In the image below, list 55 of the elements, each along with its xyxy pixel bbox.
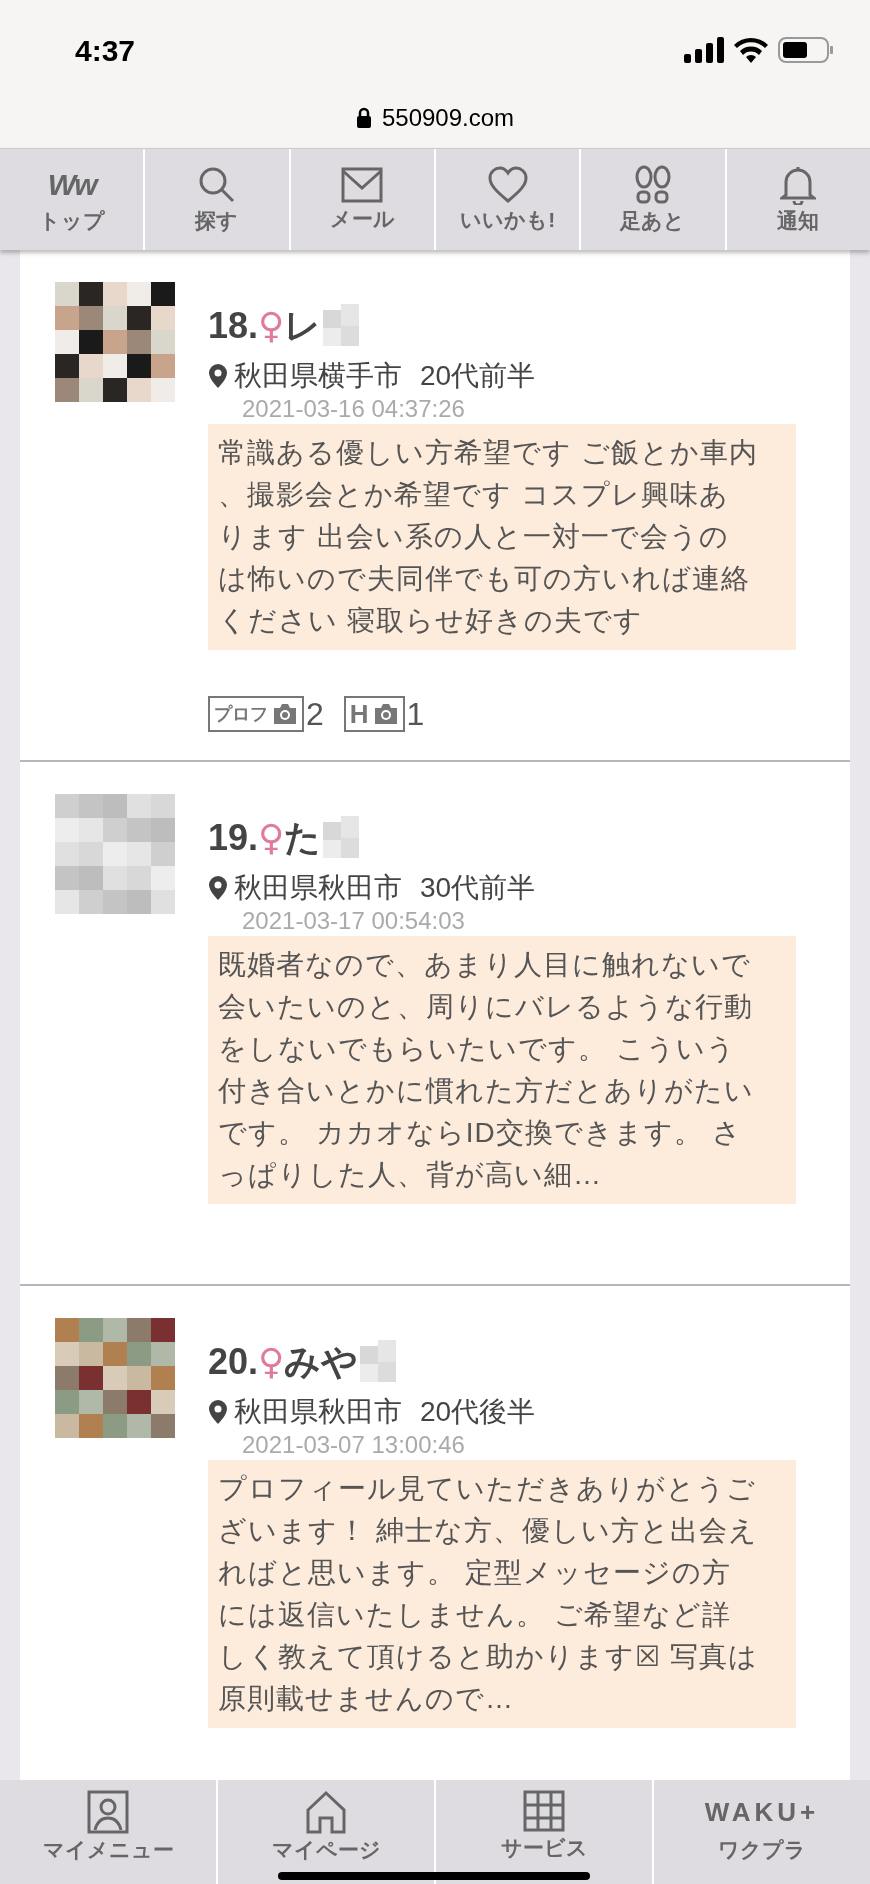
age-text: 30代前半	[420, 874, 536, 902]
lock-icon	[355, 107, 372, 129]
profile-name: みや	[284, 1344, 359, 1380]
signal-icon	[684, 37, 724, 63]
wifi-icon	[734, 37, 768, 63]
photo-count: 2	[306, 698, 324, 730]
post-date: 2021-03-16 04:37:26	[242, 394, 466, 424]
female-symbol: ♀	[258, 308, 285, 344]
location-pin-icon	[208, 1399, 228, 1425]
profile-name: た	[284, 820, 322, 856]
envelope-icon	[341, 166, 384, 203]
grid-icon	[523, 1790, 565, 1832]
location-text: 秋田県秋田市	[234, 1398, 402, 1426]
nav-tab[interactable]: いいかも!	[436, 149, 580, 250]
nav-tab[interactable]: Ww トップ	[0, 149, 144, 250]
profile-name: レ	[284, 308, 322, 344]
bottom-nav-item[interactable]: WAKU+ ワクプラ	[654, 1780, 870, 1884]
photo-badge: H	[343, 696, 405, 732]
nav-tab[interactable]: 足あと	[581, 149, 725, 250]
profile-message: 既婚者なので、あまり人目に触れないで会いたいのと、周りにバレるような行動をしないでもらいたいです。 こういう付き合いとかに慣れた方だとありがたいです。 カカオならID交換できます。 さっぱりした人、背が高い細…	[208, 936, 796, 1204]
bottom-nav-item[interactable]: マイメニュー	[0, 1780, 216, 1884]
home-icon	[304, 1790, 348, 1834]
female-symbol: ♀	[258, 820, 285, 856]
location-text: 秋田県秋田市	[234, 874, 402, 902]
status-time: 4:37	[75, 32, 136, 69]
nav-tab[interactable]: 通知	[726, 149, 870, 250]
url-text[interactable]: 550909.com	[381, 100, 515, 136]
profile-message: 常識ある優しい方希望です ご飯とか車内、撮影会とか希望です コスプレ興味あります 出会い系の人と一対一で会うのは怖いので夫同伴でも可の方いれば連絡ください 寝取らせ好きの夫です	[208, 424, 796, 650]
post-date: 2021-03-07 13:00:46	[242, 1430, 466, 1460]
footprints-icon	[634, 164, 672, 205]
profile-number: 18.	[208, 308, 259, 344]
profile-number: 19.	[208, 820, 259, 856]
battery-icon	[778, 37, 834, 63]
post-date: 2021-03-17 00:54:03	[242, 906, 466, 936]
location-pin-icon	[208, 875, 228, 901]
location-text: 秋田県横手市	[234, 362, 402, 390]
person-icon	[87, 1790, 129, 1834]
bell-icon	[780, 164, 817, 205]
profile-number: 20.	[208, 1344, 259, 1380]
bottom-nav-item[interactable]: サービス	[436, 1780, 652, 1884]
nav-tab[interactable]: メール	[290, 149, 434, 250]
age-text: 20代前半	[420, 362, 536, 390]
profile-message: プロフィール見ていただきありがとうございます！ 紳士な方、優しい方と出会えればと思います。 定型メッセージの方には返信いたしません。 ご希望など詳しく教えて頂けると助かります☒ 写真は原則載せませんので…	[208, 1460, 796, 1728]
camera-icon	[372, 703, 399, 725]
age-text: 20代後半	[420, 1398, 536, 1426]
photo-badge: プロフ	[208, 696, 304, 732]
camera-icon	[272, 703, 298, 725]
bottom-nav-item[interactable]: マイページ	[218, 1780, 434, 1884]
nav-tab[interactable]: 探す	[145, 149, 289, 250]
logo-text: WAKU+	[704, 1796, 820, 1829]
logo-text: Ww	[47, 166, 96, 203]
location-pin-icon	[208, 363, 228, 389]
photo-count: 1	[406, 698, 425, 730]
female-symbol: ♀	[258, 1344, 285, 1380]
heart-icon	[487, 165, 528, 204]
